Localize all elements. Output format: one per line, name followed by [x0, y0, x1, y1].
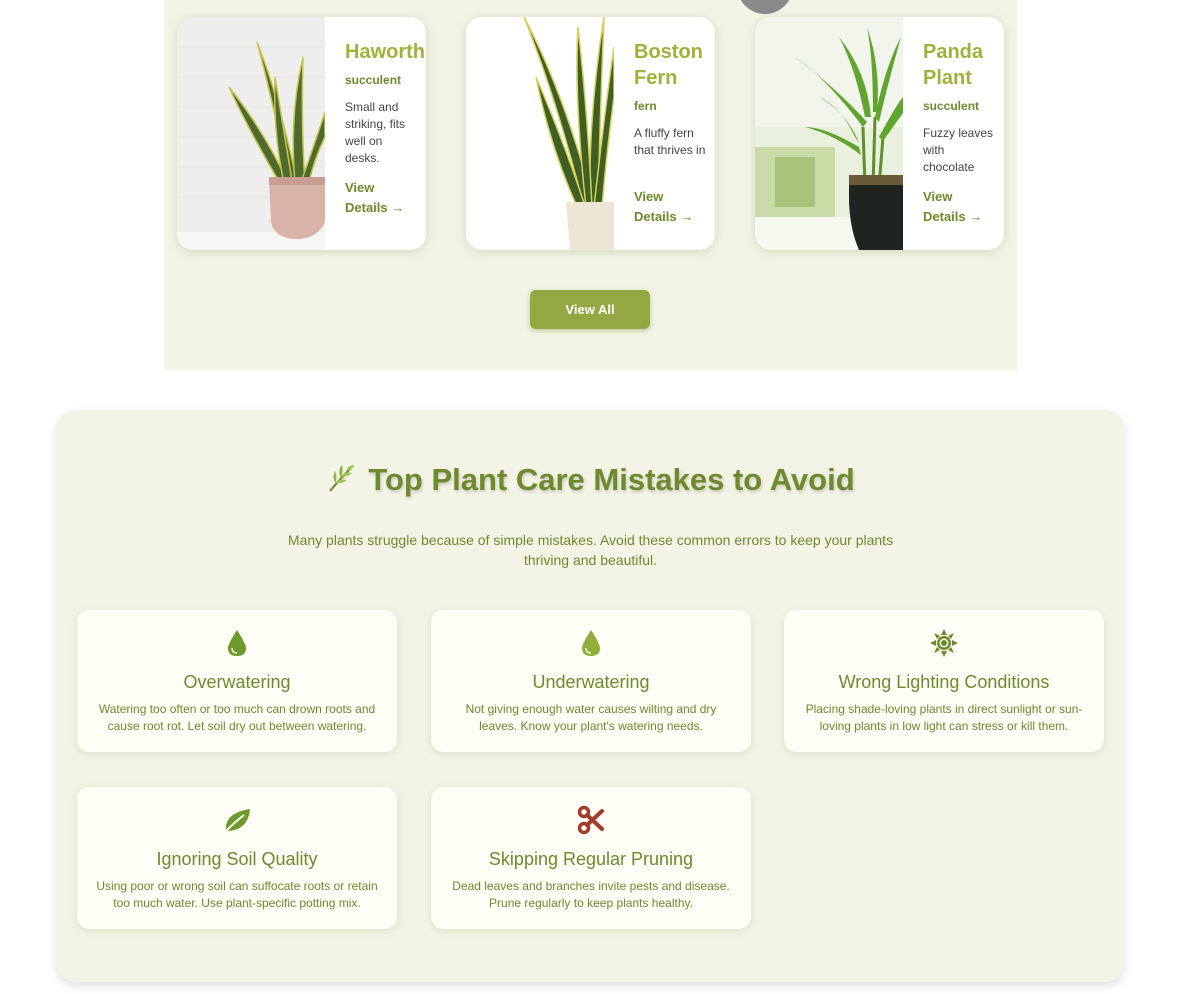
sun-icon	[784, 628, 1104, 658]
plant-card-category: succulent	[923, 99, 980, 113]
mistake-text: Watering too often or too much can drown…	[98, 702, 376, 733]
snake-plant-pink-pot-image	[177, 17, 325, 250]
mistakes-heading: Top Plant Care Mistakes to Avoid	[57, 462, 1124, 501]
mistake-card: Wrong Lighting Conditions Placing shade-…	[784, 610, 1104, 752]
plant-card-description: A fluffy fern that thrives in	[634, 126, 706, 157]
mistake-card: Underwatering Not giving enough water ca…	[431, 610, 751, 752]
mistake-card: Ignoring Soil Quality Using poor or wron…	[77, 787, 397, 929]
view-details-link[interactable]: View Details →	[923, 187, 993, 227]
mistake-title: Overwatering	[183, 672, 291, 692]
mistake-title: Underwatering	[532, 672, 650, 692]
view-details-link[interactable]: View Details →	[345, 178, 415, 218]
mistake-title: Skipping Regular Pruning	[488, 849, 694, 869]
leaf-icon	[77, 805, 397, 835]
mistakes-section: Top Plant Care Mistakes to Avoid Many pl…	[57, 410, 1124, 982]
mistake-text: Using poor or wrong soil can suffocate r…	[96, 879, 378, 910]
plant-card[interactable]: Panda Plant succulent Fuzzy leaves with …	[755, 17, 1004, 250]
plant-card-category: succulent	[345, 73, 402, 87]
plant-card-title: Panda Plant	[923, 41, 984, 89]
water-drop-icon	[77, 628, 397, 658]
scissors-icon	[431, 805, 751, 835]
herb-icon	[326, 463, 356, 501]
plant-card[interactable]: Boston Fern fern A fluffy fern that thri…	[466, 17, 715, 250]
mistake-title: Wrong Lighting Conditions	[838, 672, 1050, 692]
plant-card-description: Small and striking, fits well on desks.	[345, 100, 406, 165]
plant-card-title: Boston Fern	[634, 41, 703, 89]
mistake-card: Skipping Regular Pruning Dead leaves and…	[431, 787, 751, 929]
plant-card-description: Fuzzy leaves with chocolate	[923, 126, 994, 174]
view-details-link[interactable]: View Details →	[634, 187, 704, 227]
mistakes-title: Top Plant Care Mistakes to Avoid	[368, 462, 855, 497]
mistake-text: Dead leaves and branches invite pests an…	[452, 879, 730, 910]
plants-section: Haworthia succulent Small and striking, …	[164, 0, 1017, 370]
mistake-text: Placing shade-loving plants in direct su…	[805, 702, 1083, 733]
mistake-title: Ignoring Soil Quality	[156, 849, 318, 869]
plant-card-category: fern	[634, 99, 657, 113]
lucky-bamboo-black-pot-image	[755, 17, 903, 250]
mistake-text: Not giving enough water causes wilting a…	[465, 702, 717, 733]
mistakes-subtitle: Many plants struggle because of simple m…	[287, 532, 894, 568]
mistake-card: Overwatering Watering too often or too m…	[77, 610, 397, 752]
view-all-button[interactable]: View All	[530, 290, 650, 329]
snake-plant-white-pot-image	[466, 17, 614, 250]
water-drop-icon	[431, 628, 751, 658]
plant-card[interactable]: Haworthia succulent Small and striking, …	[177, 17, 426, 250]
scroll-indicator[interactable]	[737, 0, 793, 14]
plant-card-title: Haworthia	[345, 41, 426, 63]
